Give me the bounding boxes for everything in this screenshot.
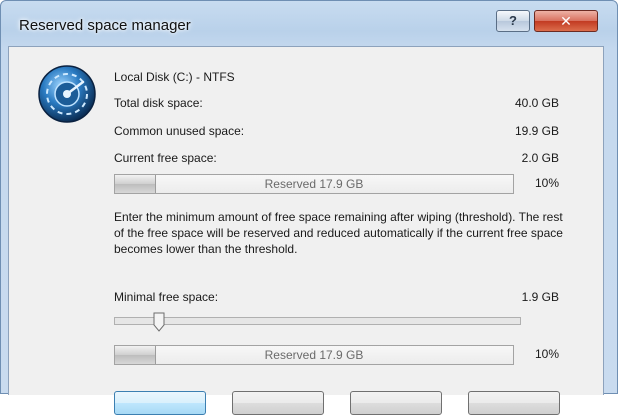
threshold-percent: 10%: [534, 347, 559, 361]
unused-space-label: Common unused space:: [114, 124, 245, 138]
threshold-reserved-bar: Reserved 17.9 GB: [114, 345, 514, 365]
window-title: Reserved space manager: [19, 17, 191, 34]
dialog-content: Local Disk (C:) - NTFS Total disk space:…: [8, 46, 604, 415]
free-space-label: Current free space:: [114, 151, 217, 165]
threshold-slider-track[interactable]: [114, 317, 521, 325]
threshold-bar-text: Reserved 17.9 GB: [264, 348, 364, 362]
dialog-button-2[interactable]: [232, 391, 324, 415]
close-button[interactable]: ✕: [534, 10, 598, 32]
dialog-button-3[interactable]: [350, 391, 442, 415]
ok-button[interactable]: [114, 391, 206, 415]
total-space-label: Total disk space:: [114, 96, 203, 110]
free-space-value: 2.0 GB: [521, 151, 559, 165]
reserved-bar-text: Reserved 17.9 GB: [264, 177, 364, 191]
threshold-slider-thumb[interactable]: [153, 312, 165, 332]
minimal-free-space-value: 1.9 GB: [521, 290, 559, 304]
title-bar[interactable]: Reserved space manager ? ✕: [1, 1, 617, 45]
total-space-value: 40.0 GB: [514, 96, 559, 110]
reserved-percent: 10%: [534, 176, 559, 190]
disk-name: Local Disk (C:) - NTFS: [114, 70, 235, 84]
minimal-free-space-label: Minimal free space:: [114, 290, 219, 304]
threshold-description: Enter the minimum amount of free space r…: [114, 210, 563, 256]
dialog-window: Reserved space manager ? ✕ Local Disk (C…: [0, 0, 618, 415]
unused-space-value: 19.9 GB: [514, 124, 559, 138]
help-button[interactable]: ?: [496, 10, 530, 32]
disk-wipe-icon: [38, 65, 96, 123]
reserved-space-bar: Reserved 17.9 GB: [114, 174, 514, 194]
dialog-button-4[interactable]: [468, 391, 560, 415]
